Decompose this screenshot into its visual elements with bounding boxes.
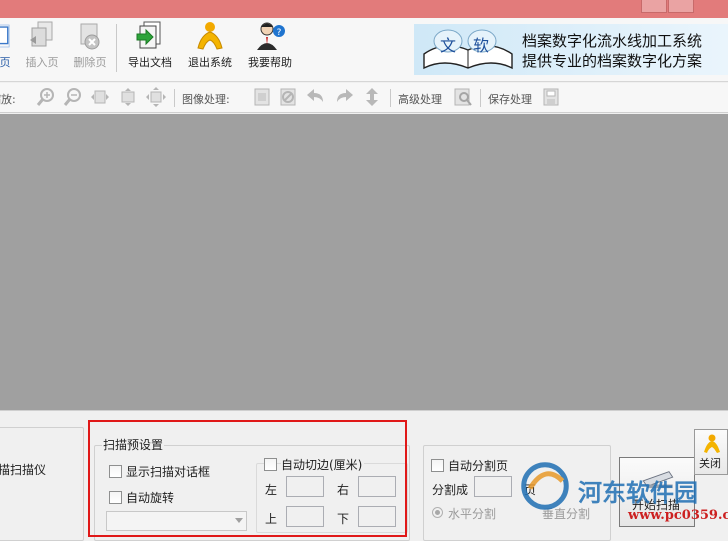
exit-system-button[interactable]: 退出系统 bbox=[184, 20, 236, 70]
zoom-label: 缩放: bbox=[0, 93, 16, 106]
image-toolbar: 缩放: 图像处理: 高级处理 保存处理 bbox=[0, 83, 728, 113]
image-page-icon[interactable] bbox=[252, 87, 272, 107]
advanced-zoom-icon[interactable] bbox=[453, 87, 473, 107]
highlight-box bbox=[88, 420, 407, 537]
banner-line-2: 提供专业的档案数字化方案 bbox=[522, 52, 703, 70]
product-banner: 文 软 档案数字化流水线加工系统 提供专业的档案数字化方案 bbox=[414, 24, 728, 75]
close-label: 关闭 bbox=[699, 457, 721, 470]
page-button[interactable]: 页 bbox=[0, 20, 16, 70]
horizontal-split-label[interactable]: 水平分割 bbox=[448, 505, 496, 522]
scanner-group bbox=[0, 427, 84, 541]
toolbar2-separator bbox=[390, 89, 391, 107]
fit-page-icon[interactable] bbox=[146, 87, 166, 107]
fit-width-icon[interactable] bbox=[90, 87, 110, 107]
title-bar bbox=[0, 0, 728, 18]
delete-page-button[interactable]: 删除页 bbox=[70, 20, 110, 70]
auto-split-label[interactable]: 自动分割页 bbox=[448, 457, 508, 474]
banner-line-1: 档案数字化流水线加工系统 bbox=[522, 32, 703, 50]
rotate-right-icon[interactable] bbox=[334, 87, 354, 107]
svg-text:?: ? bbox=[277, 28, 282, 38]
toolbar2-separator bbox=[480, 89, 481, 107]
save-processing-label: 保存处理 bbox=[488, 93, 532, 106]
toolbar2-separator bbox=[174, 89, 175, 107]
auto-split-checkbox[interactable] bbox=[431, 459, 444, 472]
rotate-left-icon[interactable] bbox=[306, 87, 326, 107]
delete-page-icon bbox=[80, 23, 100, 50]
image-preview-area[interactable] bbox=[0, 114, 728, 410]
insert-page-icon bbox=[30, 21, 53, 47]
export-document-button[interactable]: 导出文档 bbox=[124, 20, 176, 70]
split-into-label: 分割成 bbox=[432, 483, 469, 497]
split-count-field[interactable] bbox=[474, 476, 512, 497]
flip-vertical-icon[interactable] bbox=[362, 87, 382, 107]
logo-char-2: 软 bbox=[473, 36, 490, 55]
no-entry-icon[interactable] bbox=[278, 87, 298, 107]
help-button[interactable]: ? 我要帮助 bbox=[244, 20, 296, 70]
scanner-label: 描扫描仪 bbox=[0, 463, 47, 477]
maximize-button[interactable] bbox=[668, 0, 694, 13]
watermark-logo-icon bbox=[521, 462, 569, 510]
exit-person-icon bbox=[197, 22, 223, 50]
minimize-button[interactable] bbox=[641, 0, 667, 13]
advanced-processing-label: 高级处理 bbox=[398, 93, 442, 106]
open-book-logo bbox=[423, 29, 513, 70]
logo-char-1: 文 bbox=[440, 36, 457, 55]
zoom-out-icon[interactable] bbox=[63, 87, 83, 107]
horizontal-split-radio[interactable] bbox=[432, 507, 443, 518]
export-document-icon bbox=[136, 21, 161, 49]
page-icon bbox=[0, 24, 10, 48]
exit-person-icon bbox=[704, 434, 720, 453]
zoom-in-icon[interactable] bbox=[36, 87, 56, 107]
watermark-url: www.pc0359.cn bbox=[628, 508, 728, 523]
watermark-text: 河东软件园 bbox=[578, 478, 698, 507]
fit-height-icon[interactable] bbox=[118, 87, 138, 107]
toolbar-separator bbox=[116, 24, 117, 72]
image-processing-label: 图像处理: bbox=[182, 93, 230, 106]
save-icon[interactable] bbox=[541, 87, 561, 107]
help-person-icon: ? bbox=[257, 22, 285, 50]
insert-page-button[interactable]: 插入页 bbox=[22, 20, 62, 70]
close-button[interactable]: 关闭 bbox=[694, 429, 728, 475]
